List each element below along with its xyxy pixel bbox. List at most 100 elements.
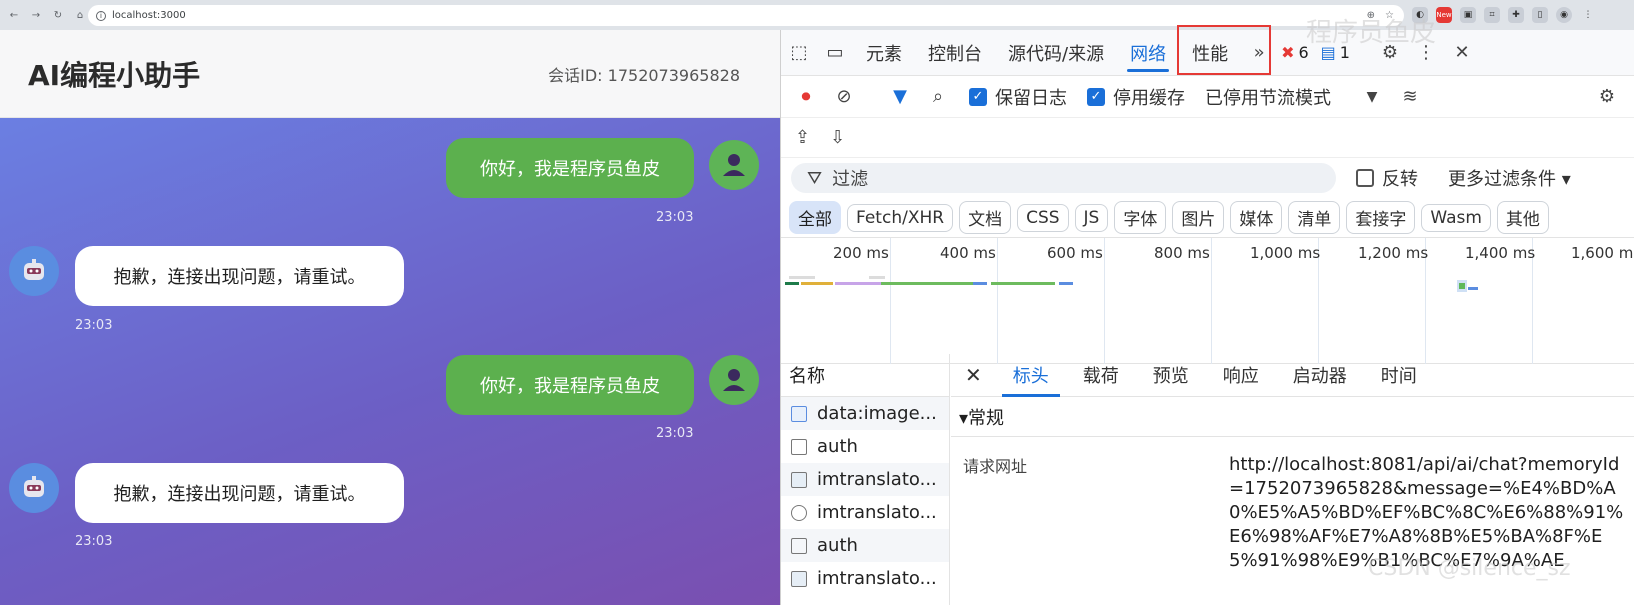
chip-manifest[interactable]: 清单	[1288, 201, 1341, 234]
tab-timing[interactable]: 时间	[1364, 354, 1434, 397]
tab-preview[interactable]: 预览	[1136, 354, 1206, 397]
tab-elements[interactable]: 元素	[853, 30, 915, 76]
back-icon[interactable]: ←	[6, 7, 22, 23]
customize-menu-icon[interactable]: ⋮	[1408, 42, 1444, 63]
disable-cache-checkbox[interactable]: ✓ 停用缓存	[1087, 84, 1185, 110]
request-name: auth	[817, 436, 858, 457]
devtools-panel: ⬚ ▭ 元素 控制台 源代码/来源 网络 性能 » ✖ 6 ▤ 1 ⚙ ⋮ ✕ …	[780, 25, 1634, 605]
site-info-icon[interactable]: i	[96, 10, 106, 21]
url-text: localhost:3000	[112, 10, 186, 21]
chip-font[interactable]: 字体	[1114, 201, 1167, 234]
timeline-bar	[881, 282, 973, 285]
tab-initiator[interactable]: 启动器	[1276, 354, 1364, 397]
tab-payload[interactable]: 载荷	[1066, 354, 1136, 397]
chip-css[interactable]: CSS	[1017, 203, 1069, 232]
network-toolbar: ⏺ ⊘ ▼ ⌕ ✓ 保留日志 ✓ 停用缓存 已停用节流模式 ▼ ≋ ⚙	[781, 76, 1634, 118]
general-section-header[interactable]: ▾常规	[951, 397, 1634, 437]
chip-doc[interactable]: 文档	[959, 201, 1012, 234]
timeline-bar	[973, 282, 987, 285]
filter-funnel-icon[interactable]: ▼	[881, 86, 919, 107]
bot-message-bubble: 抱歉，连接出现问题，请重试。	[75, 463, 404, 523]
timeline-tick	[997, 238, 998, 364]
user-avatar	[709, 140, 759, 190]
name-column-header[interactable]: 名称	[781, 354, 949, 397]
clear-icon[interactable]: ⊘	[825, 86, 863, 107]
tab-headers[interactable]: 标头	[996, 354, 1066, 397]
timeline-tick-label: 400 ms	[940, 244, 996, 262]
chip-all[interactable]: 全部	[789, 201, 841, 234]
reload-icon[interactable]: ↻	[50, 7, 66, 23]
stop-recording-icon[interactable]: ⏺	[787, 86, 825, 107]
image-file-icon	[791, 471, 807, 488]
chevron-down-icon[interactable]: ▼	[1353, 89, 1391, 105]
extension-new-badge[interactable]: New	[1436, 7, 1452, 23]
preserve-log-label: 保留日志	[995, 87, 1067, 109]
chip-socket[interactable]: 套接字	[1346, 201, 1416, 234]
request-row[interactable]: auth	[781, 430, 949, 463]
invert-checkbox[interactable]: 反转	[1356, 165, 1418, 191]
close-devtools-icon[interactable]: ✕	[1444, 42, 1480, 63]
message-count: 1	[1339, 43, 1350, 62]
chat-area[interactable]: 你好，我是程序员鱼皮 23:03 抱歉，连接出现问题，请重试。 23:03 你好…	[0, 118, 780, 605]
more-filters-dropdown[interactable]: 更多过滤条件 ▾	[1448, 165, 1571, 191]
filter-input[interactable]: ⛛ 过滤	[791, 163, 1336, 193]
side-panel-icon[interactable]: ▯	[1532, 7, 1548, 23]
user-message-bubble: 你好，我是程序员鱼皮	[446, 138, 694, 198]
import-har-icon[interactable]: ⇪	[795, 127, 810, 148]
forward-icon[interactable]: →	[28, 7, 44, 23]
chip-fetch-xhr[interactable]: Fetch/XHR	[847, 203, 954, 232]
network-conditions-icon[interactable]: ≋	[1391, 86, 1429, 107]
request-row[interactable]: imtranslato...	[781, 463, 949, 496]
request-row[interactable]: data:image...	[781, 397, 949, 430]
tab-console[interactable]: 控制台	[915, 30, 995, 76]
device-toolbar-icon[interactable]: ▭	[817, 42, 853, 63]
chip-other[interactable]: 其他	[1496, 201, 1549, 234]
preserve-log-checkbox[interactable]: ✓ 保留日志	[969, 84, 1067, 110]
app-title: AI编程小助手	[28, 58, 201, 92]
timeline-bar	[785, 282, 799, 285]
extension-icon[interactable]: ◐	[1412, 7, 1428, 23]
profile-avatar[interactable]: ◉	[1556, 7, 1572, 23]
user-person-icon	[723, 369, 745, 391]
address-bar[interactable]: i localhost:3000 ⊕ ☆	[88, 5, 1404, 26]
chip-wasm[interactable]: Wasm	[1421, 203, 1491, 232]
document-file-icon	[791, 438, 807, 455]
script-file-icon	[791, 504, 807, 521]
tab-response[interactable]: 响应	[1206, 354, 1276, 397]
tab-sources[interactable]: 源代码/来源	[995, 30, 1117, 76]
home-icon[interactable]: ⌂	[72, 7, 88, 23]
inspect-element-icon[interactable]: ⬚	[781, 42, 817, 63]
timeline-tick-label: 1,000 ms	[1250, 244, 1321, 262]
tab-network[interactable]: 网络	[1117, 30, 1179, 76]
extension-icon[interactable]: ▣	[1460, 7, 1476, 23]
error-counter[interactable]: ✖ 6 ▤ 1	[1281, 43, 1350, 62]
bookmark-star-icon[interactable]: ☆	[1385, 10, 1394, 21]
request-row[interactable]: imtranslato...	[781, 496, 949, 529]
network-timeline[interactable]: 200 ms 400 ms 600 ms 800 ms 1,000 ms 1,2…	[781, 238, 1634, 364]
request-row[interactable]: auth	[781, 529, 949, 562]
request-url-value[interactable]: http://localhost:8081/api/ai/chat?memory…	[1229, 453, 1629, 573]
chip-js[interactable]: JS	[1074, 203, 1109, 232]
export-har-icon[interactable]: ⇩	[830, 127, 845, 148]
chip-media[interactable]: 媒体	[1230, 201, 1283, 234]
browser-menu-icon[interactable]: ⋮	[1580, 7, 1596, 23]
timeline-bar	[835, 282, 881, 285]
user-person-icon	[723, 154, 745, 176]
extension-icon[interactable]: ⌗	[1484, 7, 1500, 23]
throttle-select[interactable]: 已停用节流模式	[1205, 84, 1331, 110]
robot-icon	[24, 476, 44, 497]
extensions-puzzle-icon[interactable]: ✚	[1508, 7, 1524, 23]
close-detail-icon[interactable]: ✕	[951, 354, 996, 397]
settings-gear-icon[interactable]: ⚙	[1372, 42, 1408, 63]
chip-img[interactable]: 图片	[1172, 201, 1225, 234]
search-icon[interactable]: ⌕	[919, 86, 957, 107]
check-icon: ✓	[1087, 87, 1105, 106]
timeline-bar	[801, 282, 833, 285]
request-row[interactable]: imtranslato...	[781, 562, 949, 595]
network-settings-gear-icon[interactable]: ⚙	[1588, 86, 1626, 107]
request-name: auth	[817, 535, 858, 556]
zoom-icon[interactable]: ⊕	[1367, 10, 1375, 21]
caret-down-icon: ▾	[1561, 169, 1571, 190]
timeline-tick-label: 1,600 m	[1571, 244, 1634, 262]
timeline-tick	[1104, 238, 1105, 364]
